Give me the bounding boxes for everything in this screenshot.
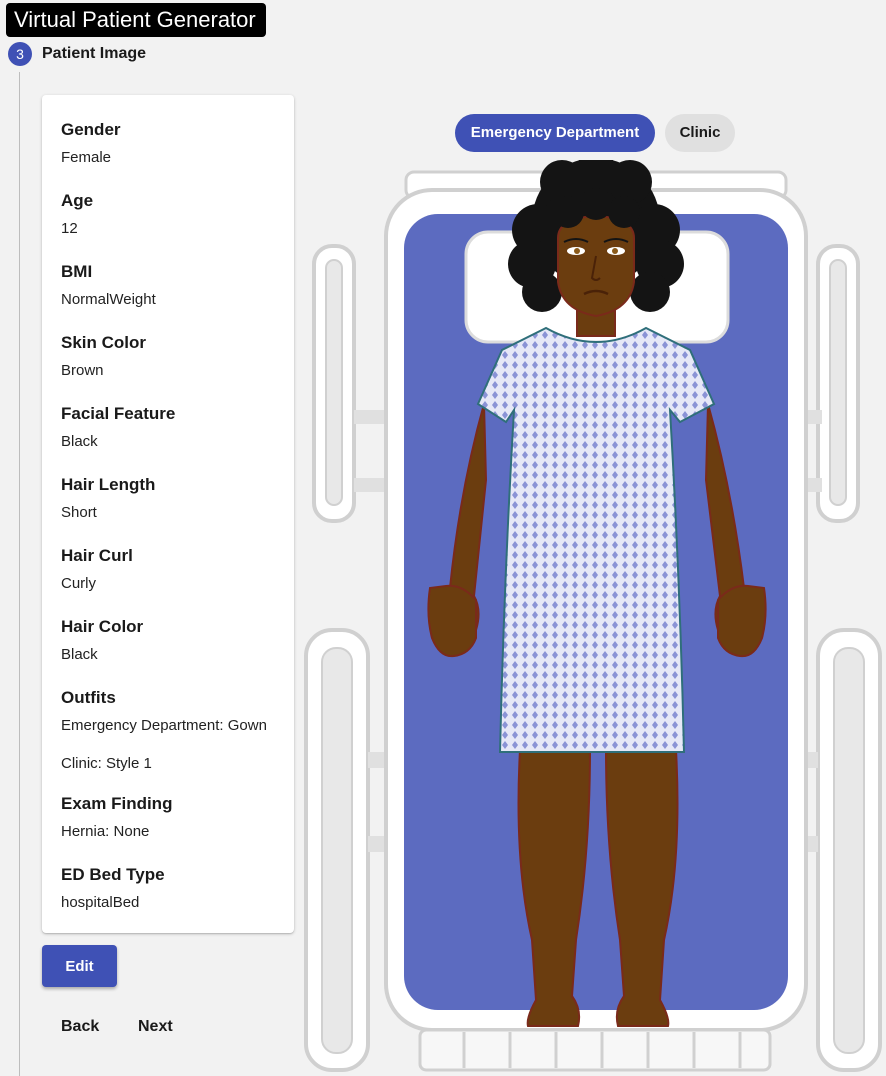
attribute-label: Skin Color <box>61 333 147 352</box>
tab-clinic[interactable]: Clinic <box>665 114 735 152</box>
attribute-skin-color: Skin Color Brown <box>61 330 294 401</box>
back-button[interactable]: Back <box>61 1018 99 1036</box>
bed-rail-left-lower <box>304 628 388 1072</box>
patient-attributes-card: Gender Female Age 12 BMI NormalWeight Sk… <box>42 95 294 933</box>
attribute-facial-feature: Facial Feature Black <box>61 401 294 472</box>
next-button[interactable]: Next <box>138 1018 173 1036</box>
attribute-label: Gender <box>61 120 121 139</box>
attribute-value: 12 <box>61 220 78 237</box>
attribute-value: Hernia: None <box>61 823 150 840</box>
stepper-connector-line <box>19 72 20 1076</box>
bed-rail-left-upper <box>312 244 388 523</box>
attribute-label: Exam Finding <box>61 794 173 813</box>
attribute-gender: Gender Female <box>61 117 294 188</box>
bed-footboard <box>418 1028 772 1072</box>
attribute-value: NormalWeight <box>61 291 156 308</box>
tab-emergency-department[interactable]: Emergency Department <box>455 114 655 152</box>
attribute-bed-type: ED Bed Type hospitalBed <box>61 862 294 933</box>
attribute-hair-color: Hair Color Black <box>61 614 294 685</box>
app-title: Virtual Patient Generator <box>6 3 266 37</box>
attribute-value: Female <box>61 149 112 166</box>
attribute-value: hospitalBed <box>61 894 140 911</box>
bed-rail-right-lower <box>798 628 882 1072</box>
attribute-value: Curly <box>61 575 97 592</box>
attribute-label: BMI <box>61 262 93 281</box>
attribute-hair-length: Hair Length Short <box>61 472 294 543</box>
attribute-bmi: BMI NormalWeight <box>61 259 294 330</box>
setting-tabs: Emergency Department Clinic <box>455 114 735 152</box>
attribute-label: Hair Length <box>61 475 156 494</box>
attribute-label: Age <box>61 191 94 210</box>
step-label: Patient Image <box>42 45 147 62</box>
attribute-value: Black <box>61 646 98 663</box>
step-number-badge: 3 <box>8 42 32 66</box>
attribute-label: Hair Curl <box>61 546 133 565</box>
outfit-ed-value: Emergency Department: Gown <box>61 717 267 734</box>
attribute-label: Hair Color <box>61 617 144 636</box>
outfit-clinic-value: Clinic: Style 1 <box>61 755 152 772</box>
attribute-label: Facial Feature <box>61 404 176 423</box>
attribute-value: Brown <box>61 362 104 379</box>
attribute-value: Black <box>61 433 98 450</box>
attribute-label: Outfits <box>61 688 116 707</box>
attribute-hair-curl: Hair Curl Curly <box>61 543 294 614</box>
attribute-age: Age 12 <box>61 188 294 259</box>
attribute-value: Short <box>61 504 97 521</box>
step-header: 3 Patient Image <box>8 42 146 66</box>
attribute-exam-finding: Exam Finding Hernia: None <box>61 791 294 862</box>
attribute-label: ED Bed Type <box>61 865 165 884</box>
patient-bed-scene <box>304 160 882 1072</box>
edit-button[interactable]: Edit <box>42 945 117 987</box>
attribute-outfits: Outfits Emergency Department: Gown Clini… <box>61 685 294 791</box>
